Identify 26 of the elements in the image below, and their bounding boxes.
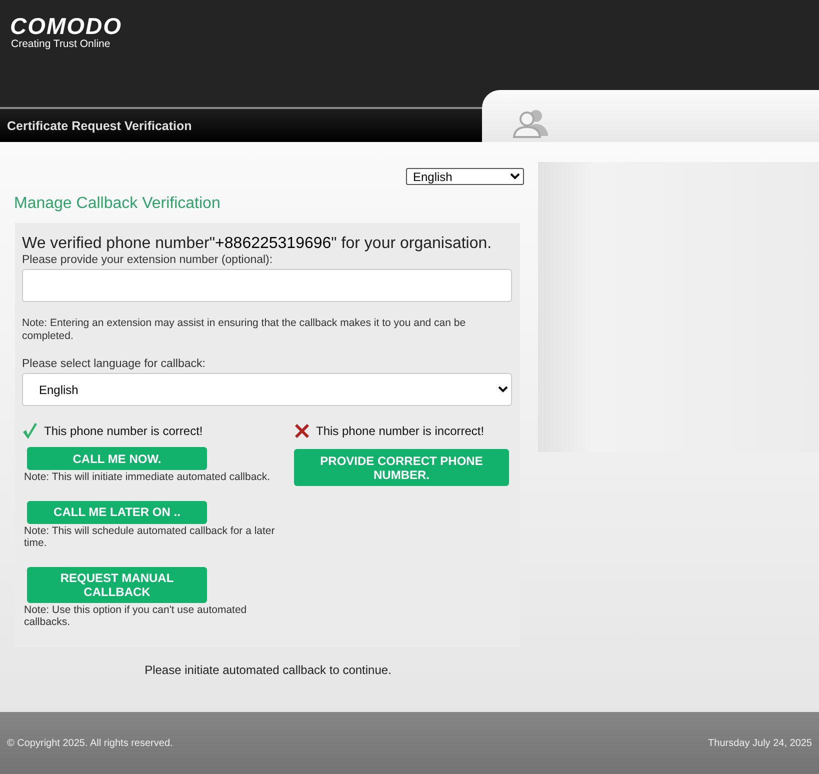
note-text: Note: Use this option if you can't use automated callbacks. <box>24 604 248 628</box>
input-field[interactable] <box>22 269 512 302</box>
language-dropdown[interactable]: English <box>22 373 512 406</box>
page-title: Certificate Request Verification <box>7 118 192 132</box>
cross-icon <box>294 423 310 439</box>
choice-label: This phone number is incorrect! <box>316 424 484 438</box>
copyright-text: © Copyright 2025. All rights reserved. <box>7 738 173 748</box>
choice-label: This phone number is correct! <box>44 424 203 438</box>
action-button[interactable]: CALL ME NOW. <box>27 447 207 470</box>
date-text: Thursday July 24, 2025 <box>708 738 812 748</box>
tagline: Creating Trust Online <box>10 38 110 50</box>
note-text: Note: Entering an extension may assist in ensuring that the callback makes it to you and can be completed. <box>22 317 467 342</box>
status-message: Please initiate automated callback to continue. <box>144 662 392 676</box>
logo: COMODO <box>10 14 122 38</box>
users-icon <box>512 108 550 138</box>
field-label: Please provide your extension number (optional): <box>22 254 274 266</box>
check-icon <box>22 422 38 440</box>
note-text: Note: This will schedule automated callback for a later time. <box>24 524 276 550</box>
action-button[interactable]: CALL ME LATER ON .. <box>27 500 207 524</box>
action-button[interactable]: REQUEST MANUAL CALLBACK <box>27 566 207 602</box>
field-label: Please select language for callback: <box>22 358 206 370</box>
note-text: Note: This will initiate immediate automated callback. <box>24 471 272 484</box>
section-title: Manage Callback Verification <box>14 195 222 213</box>
provide-number-button[interactable]: PROVIDE CORRECT PHONE NUMBER. <box>294 449 509 486</box>
language-dropdown[interactable]: English <box>406 168 524 185</box>
verified-text: We verified phone number"+886225319696" for your organisation. <box>22 235 493 253</box>
